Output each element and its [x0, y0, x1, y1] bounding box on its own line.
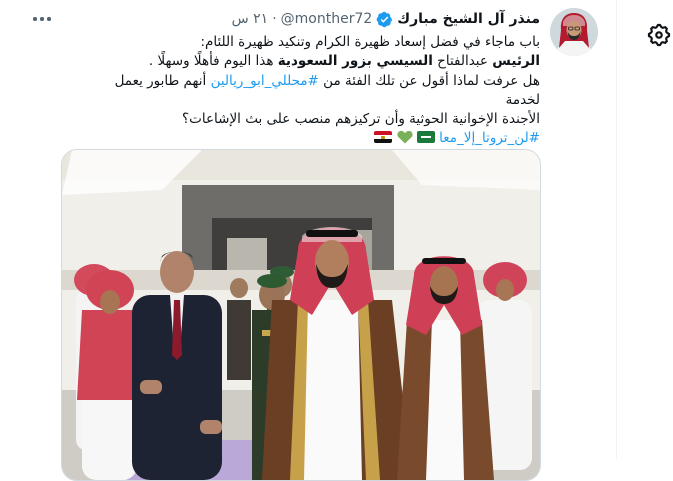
- hashtag-link[interactable]: #محللي_ابو_ريالين: [211, 73, 319, 89]
- more-dot: [33, 17, 37, 21]
- tweet-line: #لن_تروتا_إلا_معا: [80, 129, 540, 148]
- more-options-button[interactable]: [30, 10, 54, 28]
- user-handle[interactable]: @monther72: [281, 11, 373, 27]
- header-separator: ·: [272, 11, 277, 27]
- verified-badge-icon: [376, 11, 393, 28]
- tweet-photo[interactable]: [61, 149, 541, 481]
- display-name[interactable]: منذر آل الشيخ مبارك: [397, 11, 540, 27]
- plain-text: هذا اليوم فأهلًا وسهلًا .: [148, 53, 274, 70]
- tweet-text: باب ماجاء في فضل إسعاد ظهيرة الكرام وتنك…: [80, 33, 540, 149]
- column-divider: [616, 0, 617, 459]
- more-dot: [40, 17, 44, 21]
- photo-scene: [62, 150, 540, 480]
- plain-text: هل عرفت لماذا أقول عن تلك الفئة من: [323, 72, 540, 89]
- hashtag-link[interactable]: #لن_تروتا_إلا_معا: [439, 130, 540, 146]
- gear-icon: [647, 23, 671, 47]
- tweet-timestamp[interactable]: ٢١ س: [232, 11, 269, 27]
- green-heart-icon: [396, 131, 413, 144]
- more-dot: [47, 17, 51, 21]
- tweet-line: باب ماجاء في فضل إسعاد ظهيرة الكرام وتنك…: [200, 34, 540, 50]
- avatar-image: [550, 8, 598, 56]
- saudi-flag-icon: [416, 131, 435, 144]
- avatar[interactable]: [550, 8, 598, 56]
- bold-text: السيسي بزور السعودية: [277, 53, 433, 70]
- tweet-line: هل عرفت لماذا أقول عن تلك الفئة من #محلل…: [80, 72, 540, 111]
- tweet-header: منذر آل الشيخ مبارك @monther72 · ٢١ س: [232, 10, 540, 28]
- tweet-line: الرئيس عبدالفتاح السيسي بزور السعودية هذ…: [80, 52, 540, 71]
- plain-text: عبدالفتاح: [437, 53, 488, 70]
- egypt-flag-icon: [374, 131, 393, 144]
- tweet: منذر آل الشيخ مبارك @monther72 · ٢١ س با…: [0, 0, 616, 481]
- bold-text: الرئيس: [492, 53, 540, 70]
- settings-gear-button[interactable]: [646, 22, 672, 48]
- tweet-line: الأجندة الإخوانية الحوثية وأن تركيزهم من…: [182, 111, 540, 128]
